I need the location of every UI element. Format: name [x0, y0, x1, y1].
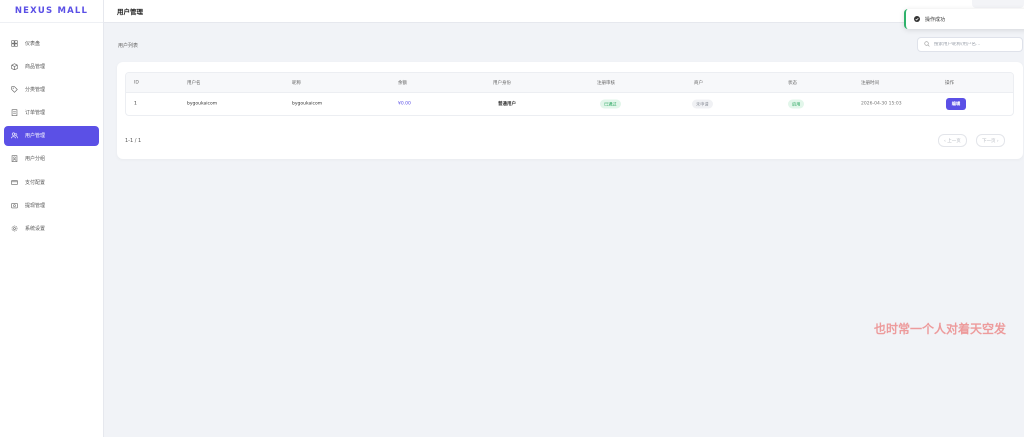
user-group-icon — [10, 155, 18, 163]
column-header-status: 状态 — [788, 80, 797, 86]
column-header-review: 注册审核 — [597, 80, 615, 86]
column-header-actions: 操作 — [945, 80, 954, 86]
sidebar-nav: 仪表盘 商品管理 分类管理 订单管理 用户管理 用户分组 支付配置 提现管理 系… — [0, 23, 103, 239]
tag-icon — [10, 85, 18, 93]
cell-id: 1 — [134, 101, 137, 107]
merchant-badge-wrap: 未申请 — [692, 99, 713, 109]
column-header-nickname: 昵称 — [292, 80, 301, 86]
sidebar-item-categories[interactable]: 分类管理 — [4, 79, 99, 99]
list-title: 用户列表 — [118, 43, 139, 49]
column-header-username: 用户名 — [187, 80, 201, 86]
review-badge-wrap: 已通过 — [600, 99, 621, 109]
user-list-card: ID 用户名 昵称 余额 用户身份 注册审核 商户 状态 注册时间 操作 1 b… — [117, 62, 1023, 159]
sidebar-item-label: 商品管理 — [25, 63, 46, 70]
column-header-balance: 余额 — [398, 80, 407, 86]
user-table: ID 用户名 昵称 余额 用户身份 注册审核 商户 状态 注册时间 操作 1 b… — [125, 72, 1014, 116]
clipboard-icon — [10, 109, 18, 117]
column-header-registered: 注册时间 — [861, 80, 879, 86]
watermark-text: 也时常一个人对着天空发 — [874, 322, 1007, 336]
sidebar-item-withdrawals[interactable]: 提现管理 — [4, 195, 99, 215]
wallet-icon — [10, 201, 18, 209]
pagination-info: 1-1 / 1 — [125, 138, 142, 144]
status-badge-wrap: 启用 — [788, 99, 805, 109]
sidebar-item-label: 分类管理 — [25, 86, 46, 93]
column-header-id: ID — [134, 80, 139, 85]
gear-icon — [10, 225, 18, 233]
sidebar-item-label: 提现管理 — [25, 202, 46, 209]
table-header-row: ID 用户名 昵称 余额 用户身份 注册审核 商户 状态 注册时间 操作 — [126, 73, 1013, 93]
review-status-badge: 已通过 — [600, 99, 621, 109]
merchant-status-badge: 未申请 — [692, 99, 713, 109]
cell-username: bygoukaicom — [187, 101, 218, 107]
brand-logo[interactable]: NEXUS MALL — [0, 0, 103, 23]
prev-page-button[interactable]: ‹ 上一页 — [938, 134, 967, 147]
sidebar-item-label: 系统设置 — [25, 226, 46, 232]
cell-role: 普通用户 — [498, 102, 516, 107]
sidebar-item-settings[interactable]: 系统设置 — [4, 219, 99, 239]
toast-message: 操作成功 — [925, 16, 946, 23]
success-toast: 操作成功 — [904, 9, 1024, 29]
dashboard-icon — [10, 39, 18, 47]
column-header-merchant: 商户 — [694, 80, 703, 86]
cell-nickname: bygoukaicom — [292, 101, 323, 107]
sidebar-item-dashboard[interactable]: 仪表盘 — [4, 33, 99, 53]
cell-registered: 2026-04-30 15:03 — [861, 101, 902, 107]
next-page-button[interactable]: 下一页 › — [976, 134, 1005, 147]
card-icon — [10, 178, 18, 186]
sidebar-item-label: 订单管理 — [25, 110, 46, 117]
sidebar-item-users[interactable]: 用户管理 — [4, 125, 99, 146]
sidebar: NEXUS MALL 仪表盘 商品管理 分类管理 订单管理 用户管理 用户分组 … — [0, 0, 104, 437]
sidebar-item-payment-config[interactable]: 支付配置 — [4, 172, 99, 192]
status-badge: 启用 — [788, 99, 805, 109]
sidebar-item-label: 用户分组 — [25, 156, 46, 163]
check-circle-icon — [914, 16, 920, 22]
search-input[interactable] — [934, 42, 1022, 47]
search-icon — [924, 40, 934, 49]
table-row: 1 bygoukaicom bygoukaicom ¥0.00 普通用户 已通过… — [126, 93, 1013, 115]
sidebar-item-label: 仪表盘 — [25, 40, 41, 47]
sidebar-item-label: 支付配置 — [25, 179, 46, 186]
cell-balance: ¥0.00 — [398, 101, 411, 107]
header-user-area[interactable] — [972, 0, 1024, 8]
sidebar-item-label: 用户管理 — [25, 133, 46, 140]
page-title: 用户管理 — [117, 8, 143, 16]
edit-button[interactable]: 编辑 — [946, 98, 966, 110]
top-header: 用户管理 — [104, 0, 1024, 23]
users-icon — [10, 132, 18, 140]
sidebar-item-products[interactable]: 商品管理 — [4, 56, 99, 76]
sidebar-item-user-groups[interactable]: 用户分组 — [4, 149, 99, 169]
sidebar-item-orders[interactable]: 订单管理 — [4, 103, 99, 123]
search-box — [917, 37, 1023, 52]
box-icon — [10, 62, 18, 70]
column-header-role: 用户身份 — [493, 80, 511, 86]
